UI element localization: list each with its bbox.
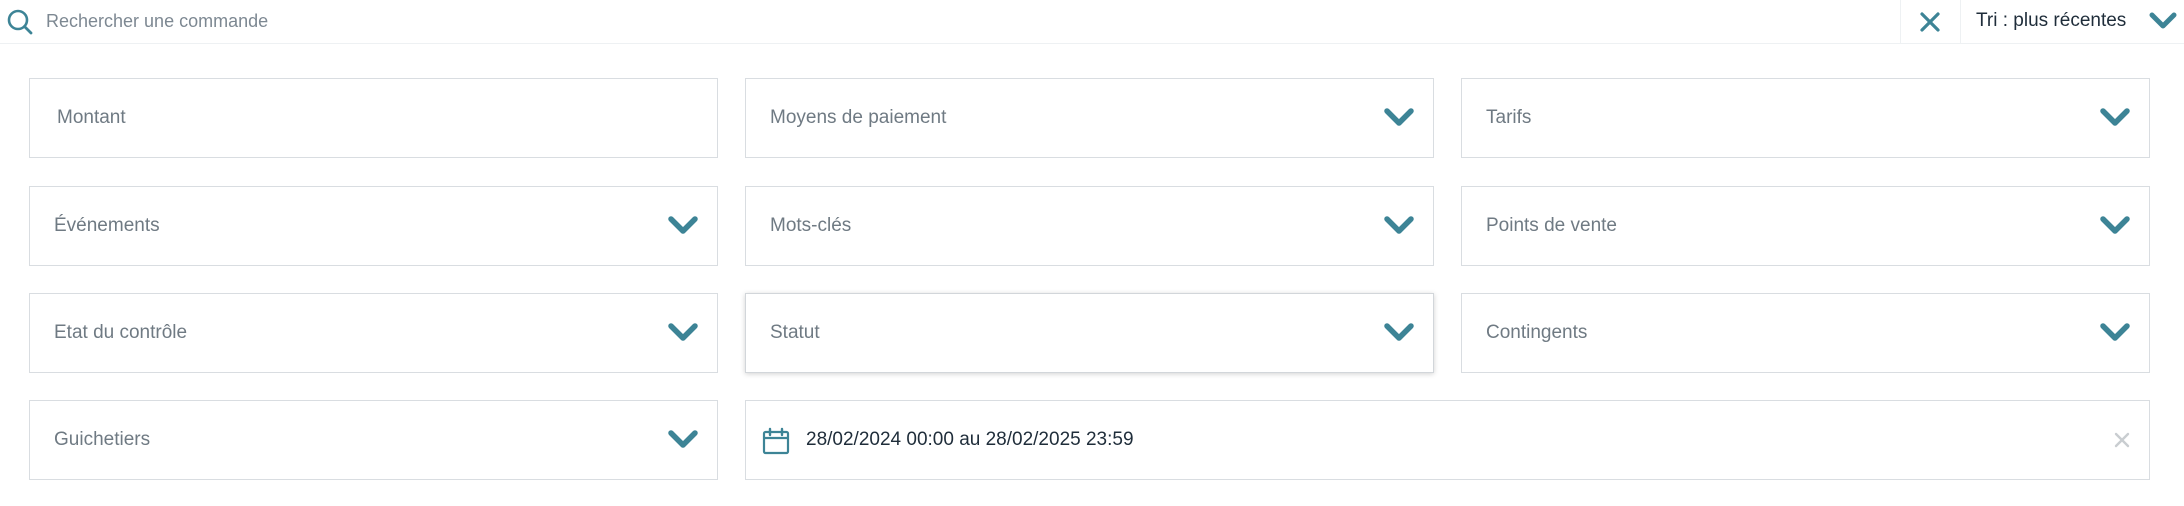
sort-dropdown[interactable]: Tri : plus récentes	[1962, 0, 2184, 44]
search-icon	[7, 9, 33, 35]
rates-filter[interactable]: Tarifs	[1461, 78, 2150, 158]
filter-label: Etat du contrôle	[54, 322, 188, 343]
chevron-down-icon	[1384, 108, 1414, 126]
chevron-down-icon	[668, 430, 698, 448]
chevron-down-icon	[1384, 216, 1414, 234]
filter-label: Moyens de paiement	[770, 107, 947, 128]
search-bar: Tri : plus récentes	[0, 0, 2184, 44]
chevron-down-icon	[668, 216, 698, 234]
close-icon	[1920, 12, 1940, 32]
filter-label: Contingents	[1486, 322, 1588, 343]
amount-filter[interactable]	[29, 78, 718, 158]
filter-label: Statut	[770, 322, 820, 343]
sort-label: Tri : plus récentes	[1976, 10, 2127, 31]
clear-date-button[interactable]	[2109, 427, 2135, 453]
filter-label: Tarifs	[1486, 107, 1532, 128]
status-filter[interactable]: Statut	[745, 293, 1434, 373]
filter-label: Mots-clés	[770, 215, 852, 236]
points-of-sale-filter[interactable]: Points de vente	[1461, 186, 2150, 266]
chevron-down-icon	[1384, 323, 1414, 341]
date-range-filter[interactable]: 28/02/2024 00:00 au 28/02/2025 23:59	[745, 400, 2150, 480]
filter-label: Guichetiers	[54, 429, 151, 450]
filter-label: Points de vente	[1486, 215, 1617, 236]
cashiers-filter[interactable]: Guichetiers	[29, 400, 718, 480]
filter-label: Événements	[54, 215, 160, 236]
chevron-down-icon	[2100, 108, 2130, 126]
quotas-filter[interactable]: Contingents	[1461, 293, 2150, 373]
control-state-filter[interactable]: Etat du contrôle	[29, 293, 718, 373]
keywords-filter[interactable]: Mots-clés	[745, 186, 1434, 266]
clear-search-button[interactable]	[1908, 4, 1952, 40]
chevron-down-icon	[668, 323, 698, 341]
chevron-down-icon	[2149, 12, 2177, 29]
events-filter[interactable]: Événements	[29, 186, 718, 266]
date-range-value: 28/02/2024 00:00 au 28/02/2025 23:59	[806, 429, 1134, 450]
search-input[interactable]	[46, 6, 1846, 36]
divider	[1960, 0, 1961, 44]
calendar-icon	[762, 427, 790, 455]
divider	[1900, 0, 1901, 44]
payment-methods-filter[interactable]: Moyens de paiement	[745, 78, 1434, 158]
chevron-down-icon	[2100, 216, 2130, 234]
close-icon	[2114, 432, 2130, 448]
chevron-down-icon	[2100, 323, 2130, 341]
amount-input[interactable]	[30, 79, 717, 157]
